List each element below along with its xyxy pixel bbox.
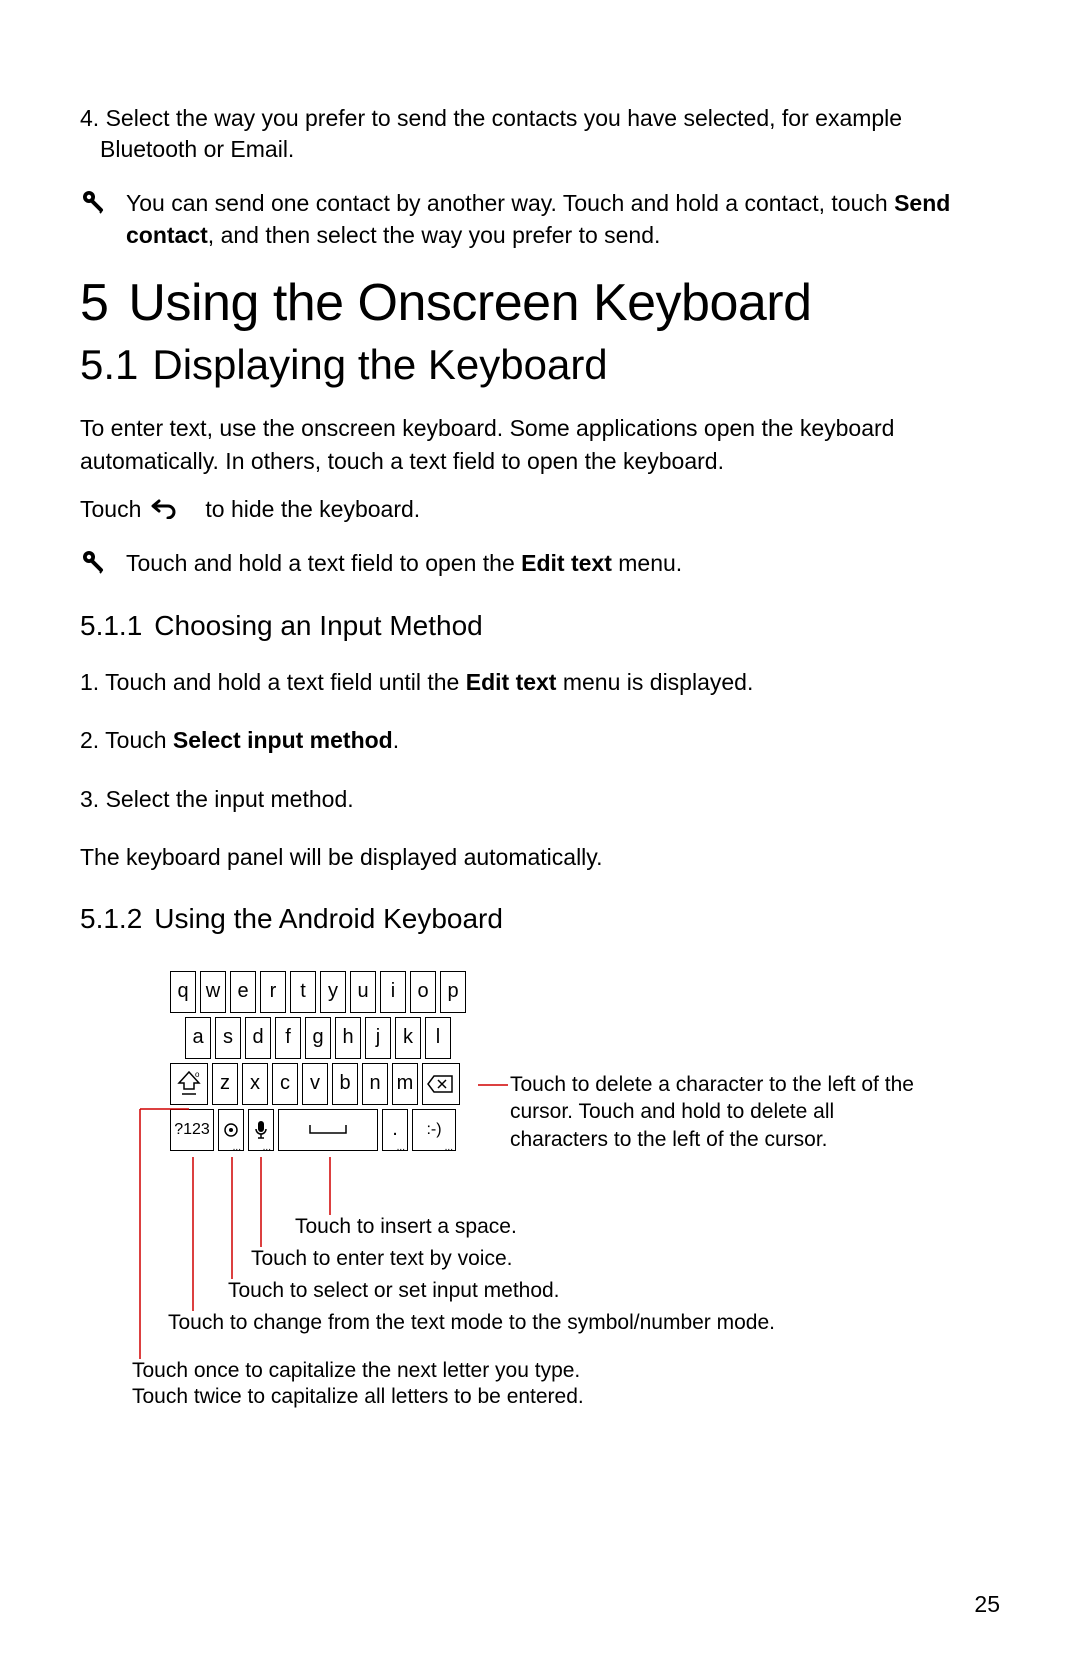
s1-step2: 2. Touch Select input method. xyxy=(80,723,1000,759)
key-l: l xyxy=(425,1017,451,1059)
key-h: h xyxy=(335,1017,361,1059)
key-o: o xyxy=(410,971,436,1013)
annotation-delete: Touch to delete a character to the left … xyxy=(510,1071,930,1153)
subsection-2-heading: 5.1.2 Using the Android Keyboard xyxy=(80,903,1000,935)
numbers-key: ?123 xyxy=(170,1109,214,1151)
kb-row-3: o zxcvbnm xyxy=(170,1063,466,1105)
settings-key-icon xyxy=(218,1109,244,1151)
key-g: g xyxy=(305,1017,331,1059)
annotation-method: Touch to select or set input method. xyxy=(228,1279,560,1303)
annotation-space: Touch to insert a space. xyxy=(295,1215,517,1239)
chapter-heading: 5 Using the Onscreen Keyboard xyxy=(80,273,1000,333)
svg-text:o: o xyxy=(195,1070,200,1079)
key-w: w xyxy=(200,971,226,1013)
tip-1: You can send one contact by another way.… xyxy=(80,187,1000,251)
key-v: v xyxy=(302,1063,328,1105)
s1-step1-bold: Edit text xyxy=(466,669,557,695)
annotation-cap1: Touch once to capitalize the next letter… xyxy=(132,1359,580,1383)
search-note-icon xyxy=(80,549,108,580)
key-s: s xyxy=(215,1017,241,1059)
smiley-key: :-) xyxy=(412,1109,456,1151)
section-number: 5.1 xyxy=(80,341,138,388)
key-i: i xyxy=(380,971,406,1013)
backspace-key-icon xyxy=(422,1063,460,1105)
sub1-title: Choosing an Input Method xyxy=(154,610,482,641)
s1-step2-bold: Select input method xyxy=(173,727,393,753)
key-f: f xyxy=(275,1017,301,1059)
key-q: q xyxy=(170,971,196,1013)
sub2-number: 5.1.2 xyxy=(80,903,142,934)
s1-step2-pre: 2. Touch xyxy=(80,727,173,753)
sub2-title: Using the Android Keyboard xyxy=(154,903,503,934)
mic-key-icon xyxy=(248,1109,274,1151)
tip2-pre: Touch and hold a text field to open the xyxy=(126,550,521,576)
key-j: j xyxy=(365,1017,391,1059)
space-key-icon xyxy=(278,1109,378,1151)
tip2-post: menu. xyxy=(612,550,682,576)
section-title: Displaying the Keyboard xyxy=(152,341,607,388)
search-note-icon xyxy=(80,189,108,220)
key-d: d xyxy=(245,1017,271,1059)
shift-key-icon: o xyxy=(170,1063,208,1105)
key-p: p xyxy=(440,971,466,1013)
kb-row-4: ?123 . :-) xyxy=(170,1109,466,1151)
key-m: m xyxy=(392,1063,418,1105)
touch-post: to hide the keyboard. xyxy=(205,496,420,523)
page-number: 25 xyxy=(80,1591,1000,1618)
key-n: n xyxy=(362,1063,388,1105)
s1-step1: 1. Touch and hold a text field until the… xyxy=(80,665,1000,701)
section-intro: To enter text, use the onscreen keyboard… xyxy=(80,412,1000,476)
key-k: k xyxy=(395,1017,421,1059)
touch-pre: Touch xyxy=(80,496,141,523)
s1-step2-post: . xyxy=(393,727,399,753)
sub1-number: 5.1.1 xyxy=(80,610,142,641)
kb-row-2: asdfghjkl xyxy=(185,1017,466,1059)
annotation-voice: Touch to enter text by voice. xyxy=(251,1247,512,1271)
key-y: y xyxy=(320,971,346,1013)
period-key: . xyxy=(382,1109,408,1151)
chapter-number: 5 xyxy=(80,274,108,332)
key-b: b xyxy=(332,1063,358,1105)
s1-step3: 3. Select the input method. xyxy=(80,782,1000,818)
section-heading: 5.1 Displaying the Keyboard xyxy=(80,341,1000,389)
back-icon xyxy=(151,497,177,525)
key-e: e xyxy=(230,971,256,1013)
s1-step1-pre: 1. Touch and hold a text field until the xyxy=(80,669,466,695)
key-x: x xyxy=(242,1063,268,1105)
s1-step1-post: menu is displayed. xyxy=(556,669,753,695)
s1-outro: The keyboard panel will be displayed aut… xyxy=(80,841,1000,873)
key-z: z xyxy=(212,1063,238,1105)
key-t: t xyxy=(290,971,316,1013)
touch-back-instruction: Touch to hide the keyboard. xyxy=(80,495,1000,525)
chapter-title: Using the Onscreen Keyboard xyxy=(128,274,811,332)
keyboard-diagram: qwertyuiop asdfghjkl o zxcvbnm xyxy=(80,971,1000,1551)
subsection-1-heading: 5.1.1 Choosing an Input Method xyxy=(80,610,1000,642)
annotation-cap2: Touch twice to capitalize all letters to… xyxy=(132,1385,584,1409)
tip1-pre: You can send one contact by another way.… xyxy=(126,190,894,216)
tip2-bold: Edit text xyxy=(521,550,612,576)
key-a: a xyxy=(185,1017,211,1059)
tip1-post: , and then select the way you prefer to … xyxy=(208,222,661,248)
key-r: r xyxy=(260,971,286,1013)
key-u: u xyxy=(350,971,376,1013)
key-c: c xyxy=(272,1063,298,1105)
annotation-mode: Touch to change from the text mode to th… xyxy=(168,1311,775,1335)
step-4: 4. Select the way you prefer to send the… xyxy=(80,103,1000,165)
kb-row-1: qwertyuiop xyxy=(170,971,466,1013)
tip-2: Touch and hold a text field to open the … xyxy=(80,547,1000,580)
